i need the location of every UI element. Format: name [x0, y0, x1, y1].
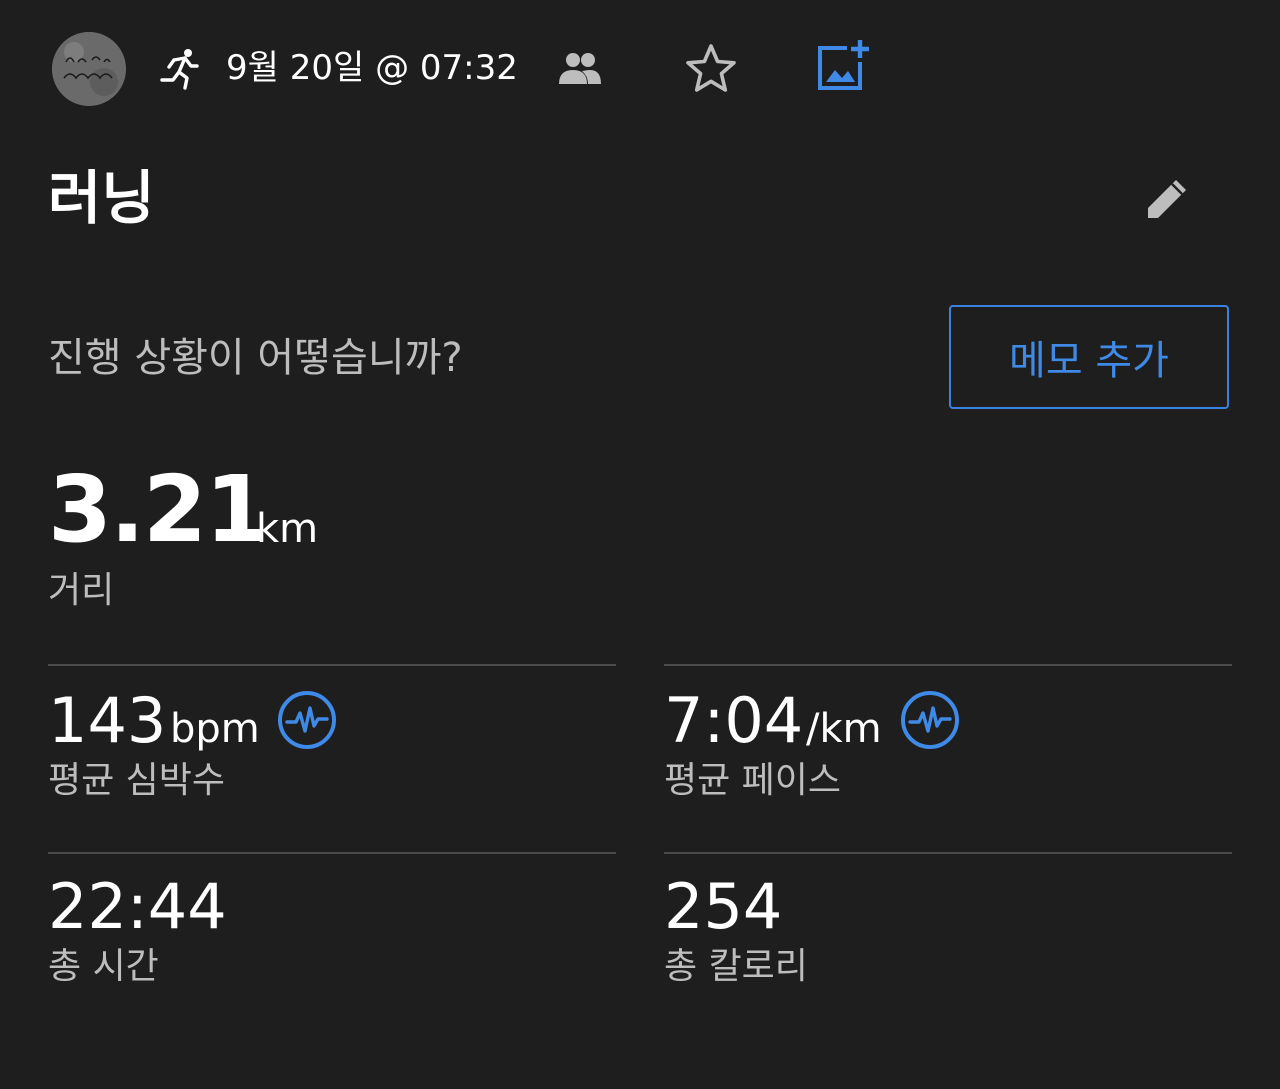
divider [48, 852, 616, 854]
total-time-label: 총 시간 [48, 946, 159, 987]
profile-avatar[interactable] [52, 32, 126, 106]
avg-heart-rate-value: 143 [48, 684, 167, 757]
distance-label: 거리 [48, 570, 115, 611]
heart-rate-zone-icon[interactable] [276, 689, 338, 751]
avg-pace-unit: /km [806, 706, 882, 752]
total-time-value: 22:44 [48, 870, 227, 943]
avg-heart-rate-label: 평균 심박수 [48, 760, 226, 801]
avg-pace-label: 평균 페이스 [664, 760, 842, 801]
pencil-icon[interactable] [1142, 176, 1192, 222]
star-outline-icon[interactable] [684, 42, 738, 96]
divider [48, 664, 616, 666]
running-icon [158, 46, 202, 90]
activity-title: 러닝 [48, 164, 155, 232]
activity-date-time: 9월 20일 @ 07:32 [226, 48, 518, 88]
distance-unit: km [256, 506, 319, 552]
people-icon[interactable] [558, 50, 602, 86]
distance-value: 3.21 [48, 456, 269, 563]
add-memo-button[interactable]: 메모 추가 [949, 305, 1229, 409]
divider [664, 664, 1232, 666]
total-calories-value: 254 [664, 870, 783, 943]
pace-zone-icon[interactable] [899, 689, 961, 751]
add-photo-icon[interactable] [814, 38, 874, 94]
avg-pace-value: 7:04 [664, 684, 804, 757]
avatar-image [52, 32, 126, 106]
avg-heart-rate-unit: bpm [170, 706, 260, 752]
progress-prompt: 진행 상황이 어떻습니까? [48, 335, 463, 381]
total-calories-label: 총 칼로리 [664, 946, 808, 987]
divider [664, 852, 1232, 854]
